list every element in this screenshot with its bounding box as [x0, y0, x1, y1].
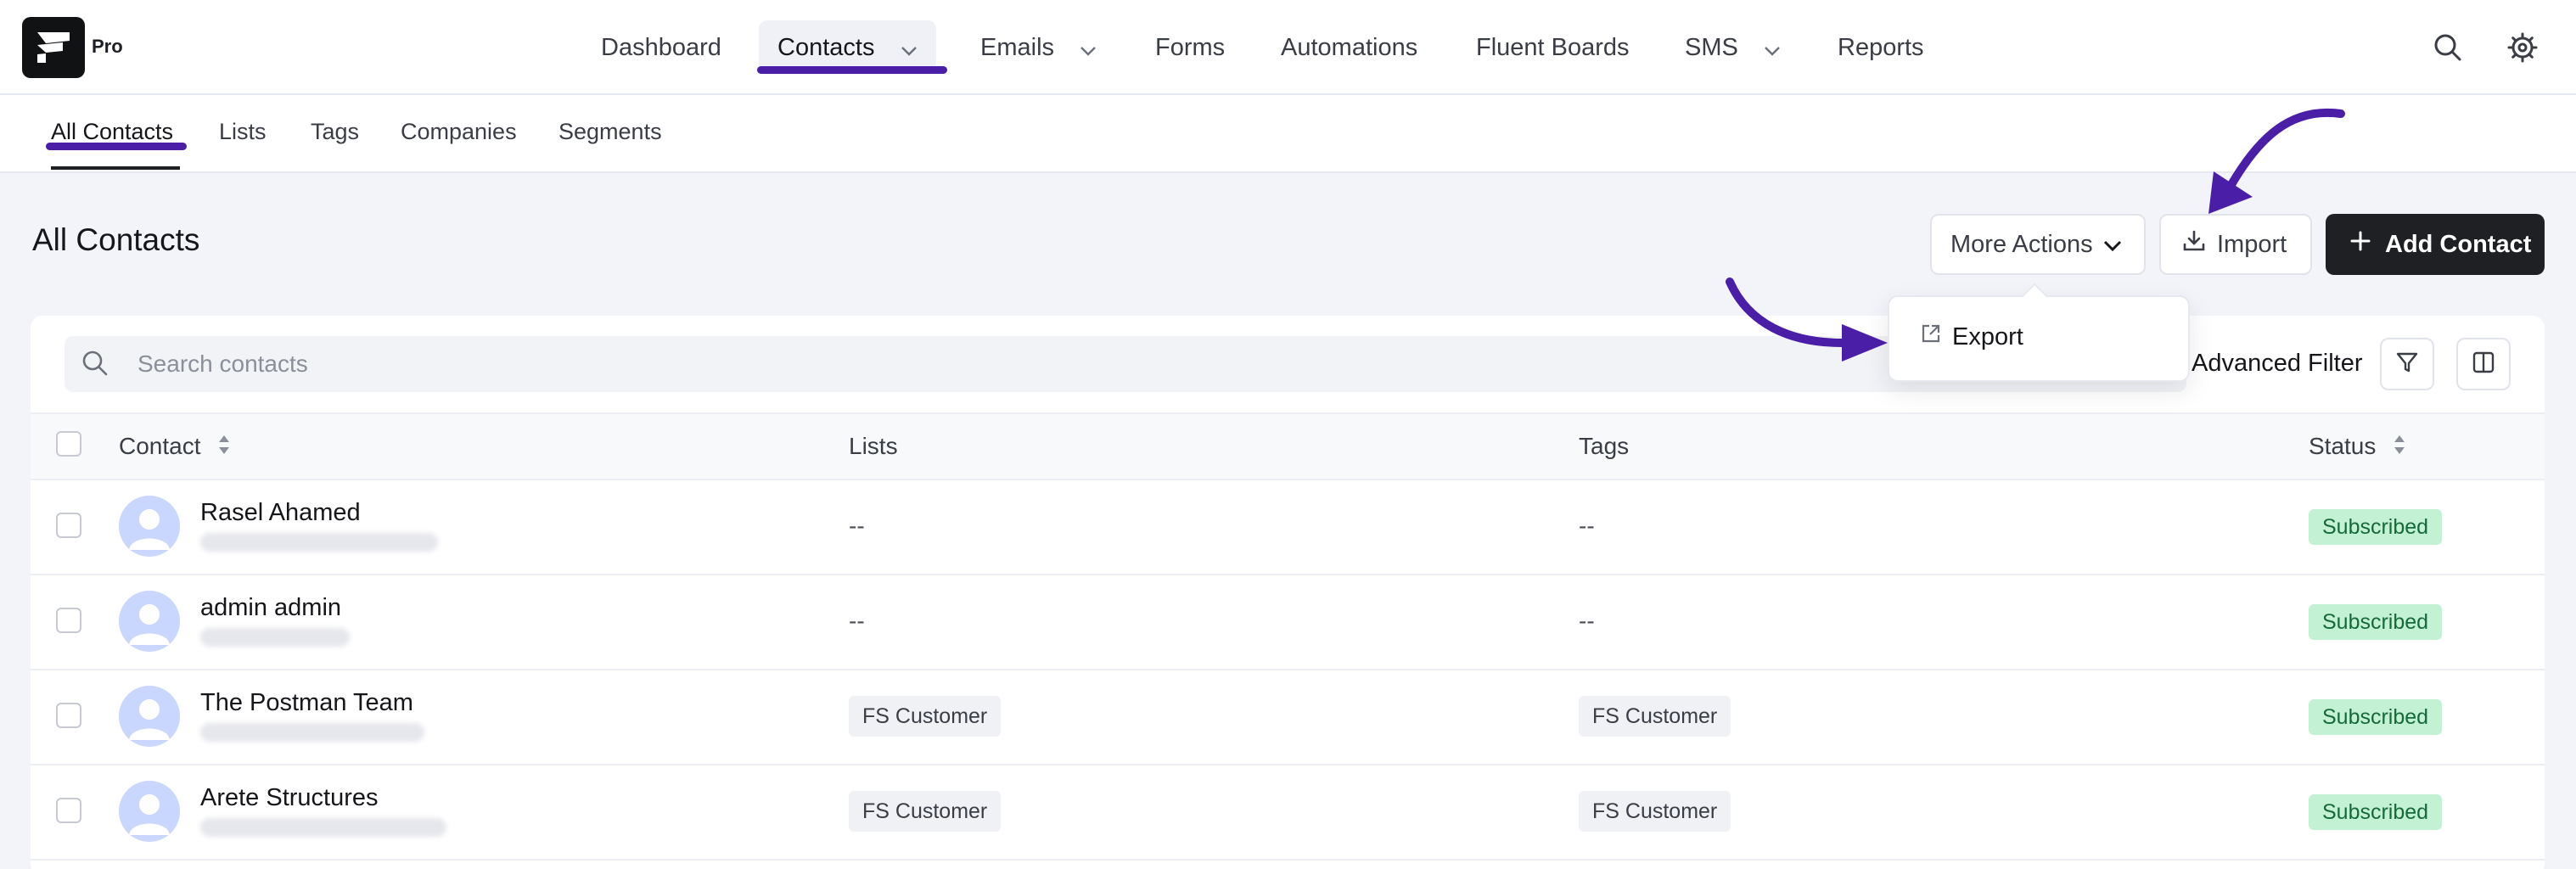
table-row[interactable]: [31, 575, 2545, 670]
select-all-checkbox[interactable]: [56, 431, 81, 457]
nav-dashboard[interactable]: Dashboard: [601, 20, 721, 75]
avatar: [119, 496, 180, 557]
contacts-subnavigation: All Contacts Lists Tags Companies Segmen…: [0, 95, 2576, 173]
nav-fluent-boards-label: Fluent Boards: [1476, 34, 1630, 61]
filter-button[interactable]: [2380, 338, 2434, 390]
status-badge: Subscribed: [2309, 794, 2443, 830]
nav-contacts-label: Contacts: [777, 34, 875, 61]
logo-mark-icon: [37, 32, 70, 63]
advanced-filter-button[interactable]: Advanced Filter: [2192, 350, 2363, 378]
nav-automations-label: Automations: [1281, 34, 1418, 61]
fluentcrm-logo[interactable]: [22, 17, 85, 78]
row-checkbox[interactable]: [56, 608, 81, 633]
list-tag: FS Customer: [849, 696, 1002, 737]
add-contact-label: Add Contact: [2385, 230, 2532, 258]
contact-email-redacted: [200, 818, 446, 837]
contact-email-redacted: [200, 533, 438, 552]
contact-email-redacted: [200, 723, 424, 742]
nav-reports[interactable]: Reports: [1838, 20, 1924, 75]
contact-tag: FS Customer: [1579, 696, 1731, 737]
pro-badge: Pro: [92, 36, 123, 57]
sort-icon: [217, 434, 231, 462]
download-icon: [2181, 228, 2207, 261]
more-actions-label: More Actions: [1950, 230, 2093, 258]
status-badge: Subscribed: [2309, 509, 2443, 545]
table-header: [31, 412, 2545, 480]
avatar: [119, 591, 180, 652]
nav-emails-label: Emails: [980, 34, 1055, 61]
search-icon: [80, 348, 110, 383]
chevron-down-icon: [1764, 21, 1781, 76]
column-header-lists: Lists: [849, 433, 898, 459]
tab-all-contacts[interactable]: All Contacts: [51, 119, 173, 145]
more-actions-button[interactable]: More Actions: [1930, 214, 2146, 275]
contact-name[interactable]: admin admin: [200, 594, 341, 622]
table-row[interactable]: [31, 765, 2545, 861]
chevron-down-icon: [1080, 21, 1097, 76]
column-header-status[interactable]: Status: [2309, 433, 2406, 462]
nav-reports-label: Reports: [1838, 34, 1924, 61]
contact-tag: FS Customer: [1579, 791, 1731, 832]
export-menu-item[interactable]: Export: [1920, 322, 2023, 351]
table-row[interactable]: [31, 670, 2545, 765]
contact-tags: --: [1579, 608, 1595, 634]
search-placeholder: Search contacts: [137, 350, 308, 377]
sort-icon: [2393, 434, 2406, 462]
column-contact-label: Contact: [119, 433, 201, 459]
status-badge: Subscribed: [2309, 699, 2443, 735]
column-status-label: Status: [2309, 433, 2377, 459]
list-tag: FS Customer: [849, 791, 1002, 832]
add-contact-button[interactable]: Add Contact: [2326, 214, 2545, 275]
nav-active-indicator: [757, 66, 947, 74]
search-input[interactable]: [65, 336, 2186, 392]
nav-forms[interactable]: Forms: [1155, 20, 1225, 75]
nav-forms-label: Forms: [1155, 34, 1226, 61]
nav-fluent-boards[interactable]: Fluent Boards: [1476, 20, 1630, 75]
import-button[interactable]: Import: [2159, 214, 2312, 275]
column-header-contact[interactable]: Contact: [119, 433, 231, 462]
chevron-down-icon: [2103, 231, 2122, 259]
nav-automations[interactable]: Automations: [1281, 20, 1417, 75]
contact-email-redacted: [200, 628, 350, 647]
contact-lists: --: [849, 513, 865, 539]
filter-icon: [2394, 350, 2420, 379]
contact-tags: --: [1579, 513, 1595, 539]
tab-active-indicator: [51, 166, 180, 170]
contact-lists: --: [849, 608, 865, 634]
contact-name[interactable]: The Postman Team: [200, 689, 413, 717]
status-badge: Subscribed: [2309, 604, 2443, 640]
plus-icon: [2349, 230, 2371, 259]
nav-sms-label: SMS: [1685, 34, 1738, 61]
import-label: Import: [2217, 230, 2287, 258]
column-header-tags: Tags: [1579, 433, 1630, 459]
nav-sms[interactable]: SMS: [1685, 20, 1781, 75]
contact-name[interactable]: Arete Structures: [200, 784, 379, 812]
tab-tags[interactable]: Tags: [311, 119, 359, 145]
tab-segments[interactable]: Segments: [558, 119, 662, 145]
export-icon: [1920, 322, 1942, 351]
columns-icon: [2471, 350, 2496, 379]
top-navigation: Pro Dashboard Contacts Emails Forms Auto…: [0, 0, 2576, 95]
tab-companies[interactable]: Companies: [401, 119, 517, 145]
search-icon[interactable]: [2431, 31, 2465, 64]
avatar: [119, 781, 180, 842]
row-checkbox[interactable]: [56, 513, 81, 538]
nav-emails[interactable]: Emails: [980, 20, 1097, 75]
tab-annotation-underline: [46, 143, 187, 150]
row-checkbox[interactable]: [56, 798, 81, 823]
nav-dashboard-label: Dashboard: [601, 34, 721, 61]
table-row[interactable]: [31, 480, 2545, 575]
export-label: Export: [1952, 322, 2023, 350]
avatar: [119, 686, 180, 747]
contact-name[interactable]: Rasel Ahamed: [200, 499, 361, 527]
gear-icon[interactable]: [2506, 31, 2540, 64]
columns-toggle-button[interactable]: [2456, 338, 2511, 390]
row-checkbox[interactable]: [56, 703, 81, 728]
tab-lists[interactable]: Lists: [219, 119, 267, 145]
page-title: All Contacts: [32, 222, 200, 257]
